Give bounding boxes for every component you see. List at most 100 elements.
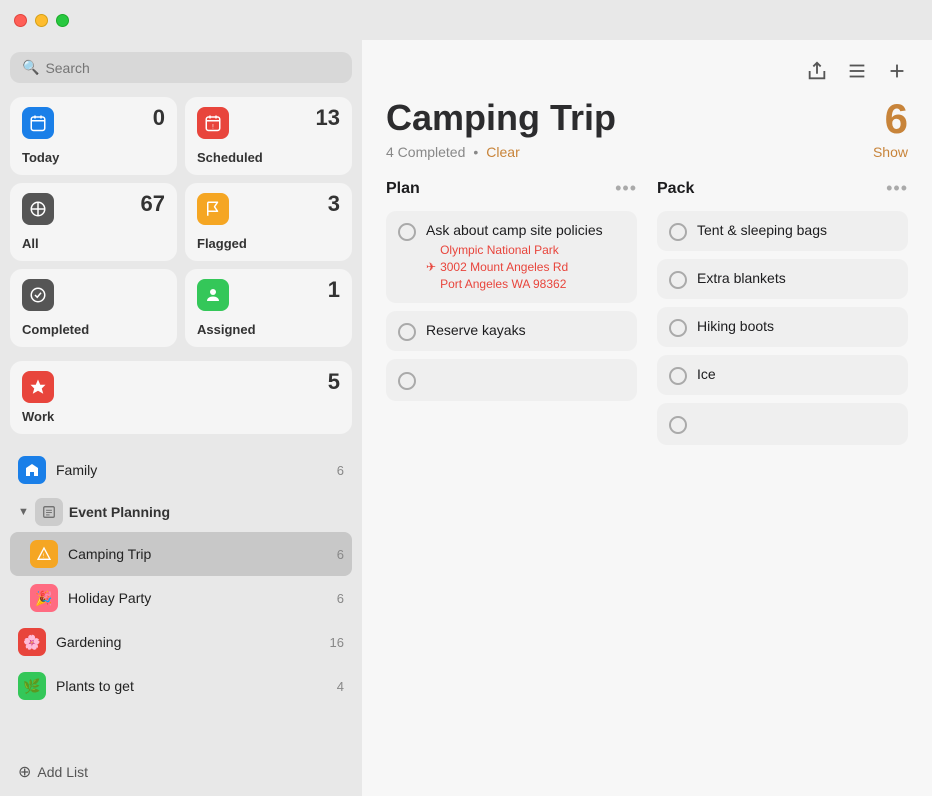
task-total-count: 6 (885, 98, 908, 140)
task-title-blankets: Extra blankets (697, 269, 896, 287)
family-count: 6 (337, 463, 344, 478)
task-boots[interactable]: Hiking boots (657, 307, 908, 347)
completed-row: 4 Completed • Clear Show (386, 144, 908, 160)
page-title: Camping Trip (386, 98, 616, 138)
search-bar[interactable]: 🔍 (10, 52, 352, 83)
plan-column: Plan ••• Ask about camp site policies ✈ … (386, 178, 637, 776)
content-toolbar (386, 60, 908, 88)
task-title-tent: Tent & sleeping bags (697, 221, 896, 239)
sidebar-item-gardening[interactable]: 🌸 Gardening 16 (10, 620, 352, 664)
scheduled-icon: ! (197, 107, 229, 139)
task-placeholder-plan (386, 359, 637, 401)
close-button[interactable] (14, 14, 27, 27)
camping-trip-label: Camping Trip (68, 546, 327, 562)
holiday-party-label: Holiday Party (68, 590, 327, 606)
share-icon[interactable] (806, 60, 828, 88)
maximize-button[interactable] (56, 14, 69, 27)
plants-to-get-count: 4 (337, 679, 344, 694)
work-count: 5 (328, 371, 340, 393)
sidebar-item-family[interactable]: Family 6 (10, 448, 352, 492)
smart-cards-grid: 0 Today ! 13 Scheduled (10, 97, 352, 347)
task-location-camp-policy: ✈ Olympic National Park3002 Mount Angele… (426, 242, 625, 292)
lists-section: Family 6 ▼ Event Planning ! Camping Trip… (10, 448, 352, 754)
task-checkbox-kayaks[interactable] (398, 323, 416, 341)
plan-column-header: Plan ••• (386, 178, 637, 199)
plan-more-button[interactable]: ••• (615, 178, 637, 199)
sidebar: 🔍 0 Today ! 13 (0, 40, 362, 796)
title-bar (0, 0, 932, 40)
task-title-boots: Hiking boots (697, 317, 896, 335)
plants-to-get-icon: 🌿 (18, 672, 46, 700)
plan-column-title: Plan (386, 180, 420, 198)
task-checkbox-ice[interactable] (669, 367, 687, 385)
today-label: Today (22, 150, 165, 165)
task-content-camp-policy: Ask about camp site policies ✈ Olympic N… (426, 221, 625, 293)
location-icon: ✈ (426, 260, 436, 274)
list-title-row: Camping Trip 6 (386, 98, 908, 140)
task-ice[interactable]: Ice (657, 355, 908, 395)
task-title-kayaks: Reserve kayaks (426, 321, 625, 339)
pack-column: Pack ••• Tent & sleeping bags Extra blan… (657, 178, 908, 776)
scheduled-label: Scheduled (197, 150, 340, 165)
smart-card-all[interactable]: 67 All (10, 183, 177, 261)
add-list-button[interactable]: ⊕ Add List (10, 754, 352, 796)
task-checkbox-blankets[interactable] (669, 271, 687, 289)
task-checkbox-boots[interactable] (669, 319, 687, 337)
pack-more-button[interactable]: ••• (886, 178, 908, 199)
gardening-count: 16 (330, 635, 344, 650)
all-count: 67 (141, 193, 165, 215)
smart-card-today[interactable]: 0 Today (10, 97, 177, 175)
clear-button[interactable]: Clear (486, 144, 519, 160)
task-checkbox-camp-policy[interactable] (398, 223, 416, 241)
work-label: Work (22, 409, 340, 424)
smart-card-scheduled[interactable]: ! 13 Scheduled (185, 97, 352, 175)
assigned-icon (197, 279, 229, 311)
family-icon (18, 456, 46, 484)
flagged-label: Flagged (197, 236, 340, 251)
completed-text: 4 Completed (386, 144, 465, 160)
plants-to-get-label: Plants to get (56, 678, 327, 694)
task-checkbox-placeholder-plan (398, 372, 416, 390)
task-camp-policy[interactable]: Ask about camp site policies ✈ Olympic N… (386, 211, 637, 303)
search-icon: 🔍 (22, 59, 39, 76)
group-event-planning[interactable]: ▼ Event Planning (10, 492, 352, 532)
show-button[interactable]: Show (873, 144, 908, 160)
task-content-blankets: Extra blankets (697, 269, 896, 287)
all-label: All (22, 236, 165, 251)
camping-trip-count: 6 (337, 547, 344, 562)
today-icon (22, 107, 54, 139)
smart-card-assigned[interactable]: 1 Assigned (185, 269, 352, 347)
plus-circle-icon: ⊕ (18, 762, 31, 782)
event-planning-icon (35, 498, 63, 526)
task-checkbox-tent[interactable] (669, 223, 687, 241)
smart-card-work[interactable]: 5 Work (10, 361, 352, 434)
content-area: Camping Trip 6 4 Completed • Clear Show … (362, 40, 932, 796)
search-input[interactable] (45, 60, 340, 76)
task-content-tent: Tent & sleeping bags (697, 221, 896, 239)
camping-trip-icon: ! (30, 540, 58, 568)
holiday-party-count: 6 (337, 591, 344, 606)
task-reserve-kayaks[interactable]: Reserve kayaks (386, 311, 637, 351)
sidebar-item-holiday-party[interactable]: 🎉 Holiday Party 6 (10, 576, 352, 620)
bullet: • (473, 144, 478, 160)
task-checkbox-placeholder-pack (669, 416, 687, 434)
smart-card-completed[interactable]: Completed (10, 269, 177, 347)
sidebar-item-plants-to-get[interactable]: 🌿 Plants to get 4 (10, 664, 352, 708)
event-planning-label: Event Planning (69, 504, 170, 520)
svg-text:!: ! (43, 553, 44, 559)
family-label: Family (56, 462, 327, 478)
lines-icon[interactable] (846, 60, 868, 88)
task-blankets[interactable]: Extra blankets (657, 259, 908, 299)
task-content-ice: Ice (697, 365, 896, 383)
sidebar-item-camping-trip[interactable]: ! Camping Trip 6 (10, 532, 352, 576)
minimize-button[interactable] (35, 14, 48, 27)
flagged-count: 3 (328, 193, 340, 215)
gardening-icon: 🌸 (18, 628, 46, 656)
all-icon (22, 193, 54, 225)
smart-card-flagged[interactable]: 3 Flagged (185, 183, 352, 261)
task-tent[interactable]: Tent & sleeping bags (657, 211, 908, 251)
gardening-label: Gardening (56, 634, 320, 650)
add-task-icon[interactable] (886, 60, 908, 88)
task-content-boots: Hiking boots (697, 317, 896, 335)
holiday-party-icon: 🎉 (30, 584, 58, 612)
